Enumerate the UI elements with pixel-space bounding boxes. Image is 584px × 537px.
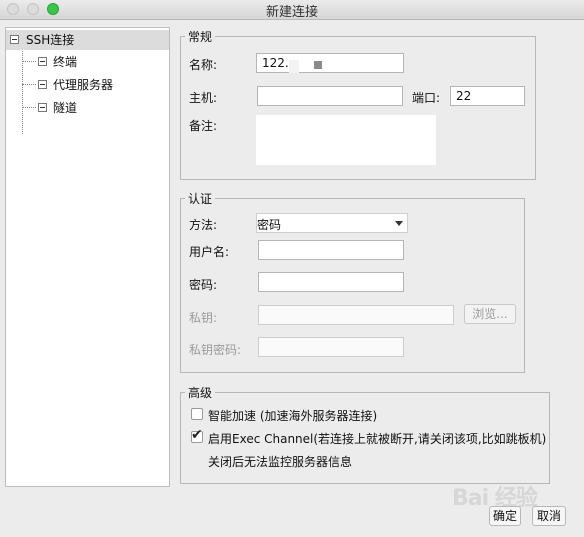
window-title: 新建连接 bbox=[265, 5, 318, 20]
method-selected-value: 密码 bbox=[257, 218, 282, 232]
collapse-icon[interactable] bbox=[38, 103, 47, 112]
username-label: 用户名: bbox=[189, 245, 230, 259]
tree-item-label: 代理服务器 bbox=[53, 78, 114, 92]
exec-channel-checkbox[interactable]: ✔ bbox=[191, 427, 203, 443]
username-input[interactable] bbox=[258, 240, 404, 260]
settings-tree: SSH连接 终端 代理服务器 隧道 bbox=[5, 27, 170, 487]
method-select[interactable]: 密码 bbox=[256, 213, 408, 233]
port-input[interactable] bbox=[450, 86, 525, 106]
tree-item-ssh[interactable]: SSH连接 bbox=[6, 30, 169, 50]
checkmark-icon: ✔ bbox=[191, 427, 203, 443]
tree-item-label: SSH连接 bbox=[26, 33, 75, 47]
collapse-icon[interactable] bbox=[10, 35, 19, 44]
note-textarea[interactable] bbox=[256, 115, 436, 165]
redaction-mask bbox=[289, 60, 299, 73]
group-title: 高级 bbox=[188, 386, 213, 400]
name-input[interactable] bbox=[256, 53, 404, 73]
private-key-input[interactable] bbox=[258, 305, 454, 325]
password-input[interactable] bbox=[258, 272, 404, 292]
redaction-mask bbox=[314, 61, 322, 69]
browse-button[interactable]: 浏览... bbox=[464, 304, 516, 324]
port-label: 端口: bbox=[412, 91, 441, 105]
method-label: 方法: bbox=[189, 218, 218, 232]
host-label: 主机: bbox=[189, 91, 218, 105]
key-password-input[interactable] bbox=[258, 337, 404, 357]
exec-channel-note: 关闭后无法监控服务器信息 bbox=[208, 455, 353, 469]
name-label: 名称: bbox=[189, 58, 218, 72]
tree-item-label: 隧道 bbox=[53, 101, 78, 115]
cancel-button[interactable]: 取消 bbox=[532, 506, 566, 526]
smart-accel-checkbox[interactable] bbox=[191, 408, 203, 420]
exec-channel-label: 启用Exec Channel(若连接上就被断开,请关闭该项,比如跳板机) bbox=[208, 432, 547, 446]
note-label: 备注: bbox=[189, 119, 218, 133]
key-password-label: 私钥密码: bbox=[189, 343, 242, 357]
tree-item-label: 终端 bbox=[53, 55, 78, 69]
password-label: 密码: bbox=[189, 278, 218, 292]
host-input[interactable] bbox=[257, 86, 403, 106]
title-bar: 新建连接 bbox=[0, 0, 584, 20]
ok-button[interactable]: 确定 bbox=[489, 506, 521, 526]
tree-connector bbox=[22, 51, 23, 134]
group-title: 常规 bbox=[188, 30, 213, 44]
chevron-down-icon bbox=[395, 221, 403, 226]
group-title: 认证 bbox=[188, 192, 213, 206]
smart-accel-label: 智能加速 (加速海外服务器连接) bbox=[208, 409, 378, 423]
collapse-icon[interactable] bbox=[38, 57, 47, 66]
collapse-icon[interactable] bbox=[38, 80, 47, 89]
private-key-label: 私钥: bbox=[189, 311, 218, 325]
